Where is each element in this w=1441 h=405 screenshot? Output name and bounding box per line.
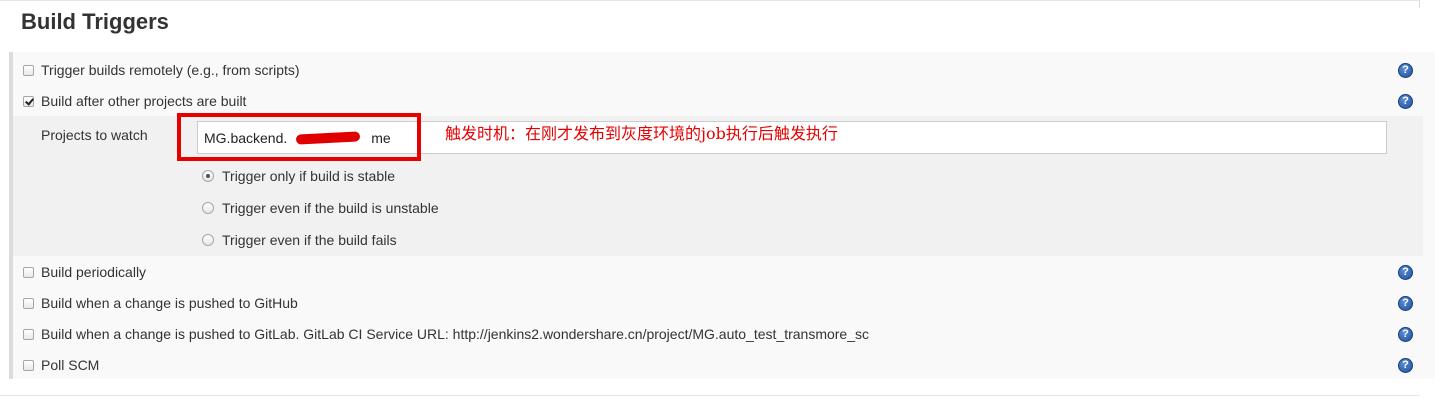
build-periodically-row[interactable]: Build periodically	[23, 262, 146, 282]
top-divider	[0, 0, 1420, 1]
annotation-highlight-box	[177, 113, 421, 161]
poll-scm-help-icon[interactable]: ?	[1398, 358, 1413, 373]
gitlab-trigger-help-icon[interactable]: ?	[1398, 327, 1413, 342]
build-after-help-icon[interactable]: ?	[1398, 94, 1413, 109]
right-divider	[1419, 0, 1420, 8]
build-periodically-checkbox[interactable]	[23, 266, 34, 278]
trigger-fails-label: Trigger even if the build fails	[222, 232, 397, 248]
trigger-stable-option[interactable]: Trigger only if build is stable	[202, 166, 395, 186]
annotation-note: 触发时机：在刚才发布到灰度环境的job执行后触发执行	[445, 124, 838, 143]
build-periodically-label: Build periodically	[41, 264, 147, 280]
gitlab-trigger-label: Build when a change is pushed to GitLab.…	[41, 326, 869, 342]
trigger-remote-checkbox[interactable]	[23, 64, 34, 76]
poll-scm-checkbox[interactable]	[23, 359, 34, 371]
trigger-fails-option[interactable]: Trigger even if the build fails	[202, 230, 397, 250]
trigger-remote-row[interactable]: Trigger builds remotely (e.g., from scri…	[23, 60, 300, 80]
poll-scm-row[interactable]: Poll SCM	[23, 355, 99, 375]
build-after-checkbox[interactable]	[23, 95, 34, 107]
trigger-unstable-label: Trigger even if the build is unstable	[222, 200, 439, 216]
trigger-remote-help-icon[interactable]: ?	[1398, 63, 1413, 78]
gitlab-trigger-checkbox[interactable]	[23, 328, 34, 340]
github-trigger-help-icon[interactable]: ?	[1398, 296, 1413, 311]
trigger-unstable-option[interactable]: Trigger even if the build is unstable	[202, 198, 439, 218]
trigger-fails-radio[interactable]	[202, 234, 214, 246]
bottom-divider	[0, 395, 1420, 396]
poll-scm-label: Poll SCM	[41, 357, 100, 373]
section-title: Build Triggers	[21, 9, 169, 34]
gitlab-trigger-row[interactable]: Build when a change is pushed to GitLab.…	[23, 324, 869, 344]
trigger-stable-label: Trigger only if build is stable	[222, 168, 396, 184]
github-trigger-checkbox[interactable]	[23, 297, 34, 309]
github-trigger-label: Build when a change is pushed to GitHub	[41, 295, 298, 311]
github-trigger-row[interactable]: Build when a change is pushed to GitHub	[23, 293, 298, 313]
projects-to-watch-label: Projects to watch	[41, 127, 148, 143]
trigger-remote-label: Trigger builds remotely (e.g., from scri…	[41, 62, 300, 78]
build-periodically-help-icon[interactable]: ?	[1398, 265, 1413, 280]
trigger-unstable-radio[interactable]	[202, 202, 214, 214]
build-after-label: Build after other projects are built	[41, 93, 247, 109]
trigger-stable-radio[interactable]	[202, 170, 214, 182]
build-after-row[interactable]: Build after other projects are built	[23, 91, 246, 111]
